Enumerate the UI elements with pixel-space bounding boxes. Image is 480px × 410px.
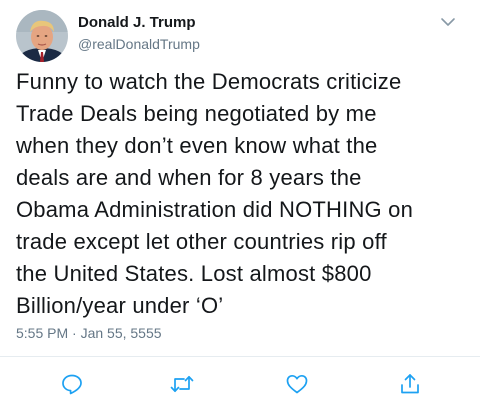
tweet-text-line: Billion/year under ‘O’ — [16, 293, 224, 318]
tweet-text-line: Funny to watch the Democrats criticize — [16, 69, 402, 94]
chevron-down-icon — [441, 18, 455, 26]
tweet-text-line: Trade Deals being negotiated by me — [16, 101, 377, 126]
like-button[interactable] — [285, 372, 309, 396]
tweet-text-line: the United States. Lost almost $800 — [16, 261, 372, 286]
retweet-icon — [170, 375, 194, 393]
tweet-text-line: trade except let other countries rip off — [16, 229, 387, 254]
author-display-name[interactable]: Donald J. Trump — [78, 14, 196, 31]
divider — [0, 356, 480, 357]
tweet-card: Donald J. Trump @realDonaldTrump Funny t… — [0, 0, 480, 410]
retweet-button[interactable] — [170, 372, 194, 396]
tweet-timestamp[interactable]: 5:55 PM · Jan 55, 5555 — [16, 325, 162, 341]
tweet-text: Funny to watch the Democrats criticize T… — [16, 66, 472, 322]
share-button[interactable] — [398, 372, 422, 396]
avatar[interactable] — [16, 10, 68, 62]
reply-icon — [62, 374, 82, 395]
tweet-text-line: Obama Administration did NOTHING on — [16, 197, 414, 222]
more-options-button[interactable] — [438, 12, 458, 32]
author-handle[interactable]: @realDonaldTrump — [78, 36, 200, 52]
heart-icon — [286, 374, 308, 394]
tweet-text-line: deals are and when for 8 years the — [16, 165, 362, 190]
reply-button[interactable] — [60, 372, 84, 396]
tweet-text-line: when they don’t even know what the — [16, 133, 378, 158]
share-icon — [401, 374, 419, 394]
profile-photo-icon — [16, 10, 68, 62]
